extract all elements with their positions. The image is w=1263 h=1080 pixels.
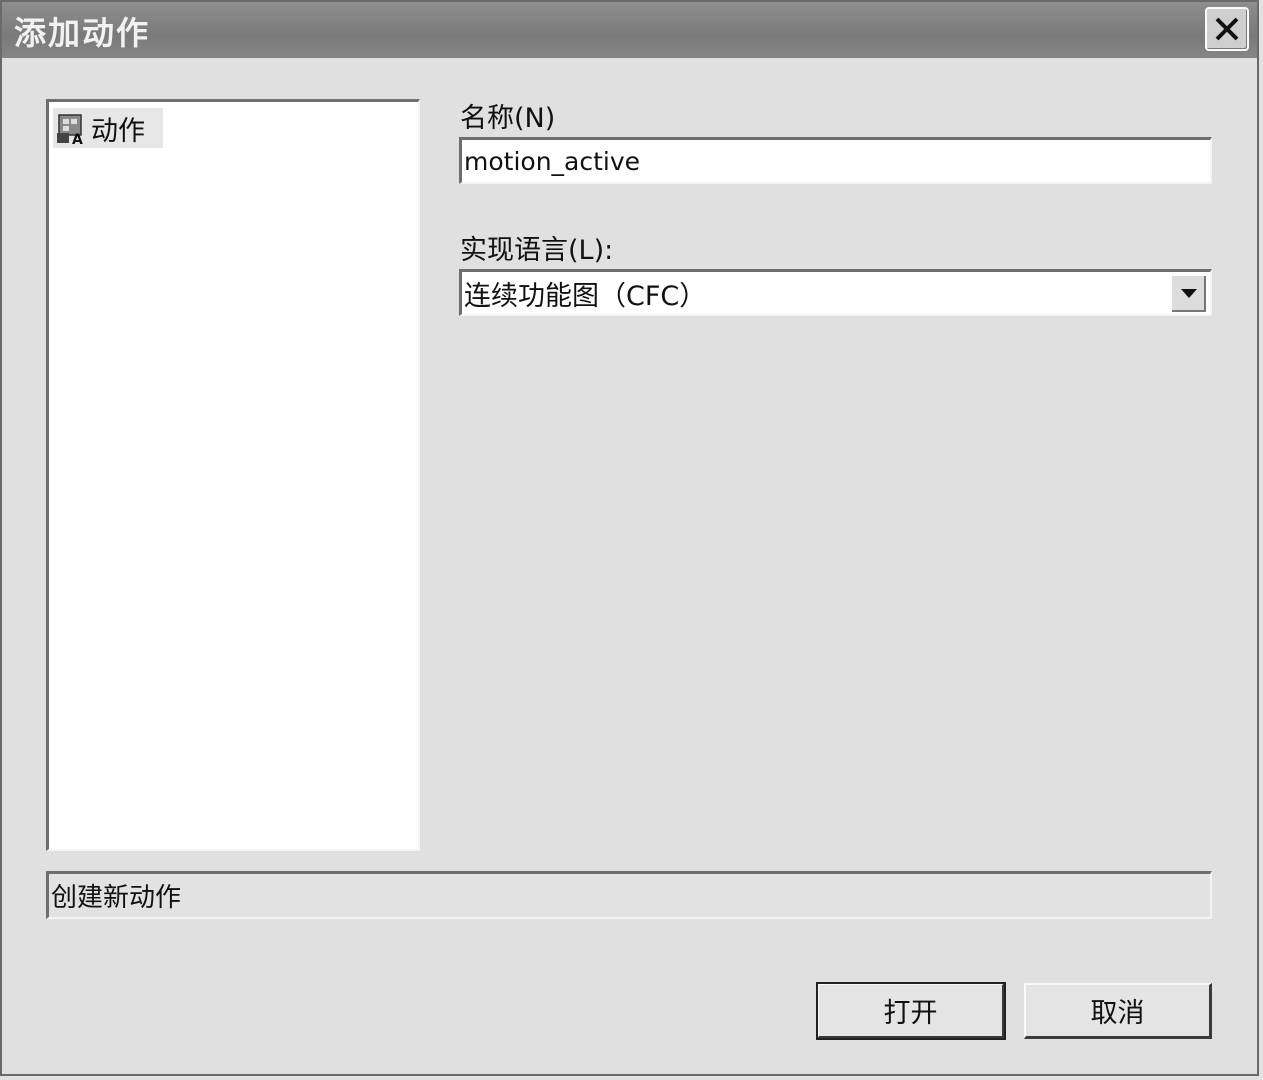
dropdown-button[interactable]: [1171, 275, 1207, 313]
description-field: 创建新动作: [46, 871, 1212, 919]
cancel-button[interactable]: 取消: [1024, 983, 1212, 1039]
close-icon: [1215, 17, 1239, 41]
dialog-title: 添加动作: [14, 14, 151, 52]
tree-item-label: 动作: [91, 115, 145, 147]
open-button[interactable]: 打开: [816, 982, 1006, 1040]
close-button[interactable]: [1205, 7, 1249, 51]
title-bar[interactable]: 添加动作: [2, 2, 1257, 58]
language-select-value: 连续功能图（CFC）: [464, 280, 707, 312]
language-label: 实现语言(L):: [460, 235, 614, 266]
action-type-tree[interactable]: A 动作: [46, 99, 420, 851]
svg-text:A: A: [72, 132, 83, 145]
action-tree-icon: A: [57, 114, 83, 145]
name-label: 名称(N): [460, 103, 556, 134]
name-input[interactable]: motion_active: [459, 137, 1212, 184]
cancel-button-label: 取消: [1090, 998, 1145, 1029]
name-input-value: motion_active: [464, 146, 641, 176]
open-button-label: 打开: [883, 998, 938, 1029]
language-select[interactable]: 连续功能图（CFC）: [459, 269, 1212, 316]
chevron-down-icon: [1181, 289, 1197, 298]
description-text: 创建新动作: [51, 883, 182, 913]
add-action-dialog: 添加动作 A 动作 名称(N) motion_active 实现语言(L): 连…: [0, 0, 1259, 1076]
tree-item-action[interactable]: A 动作: [53, 108, 163, 148]
